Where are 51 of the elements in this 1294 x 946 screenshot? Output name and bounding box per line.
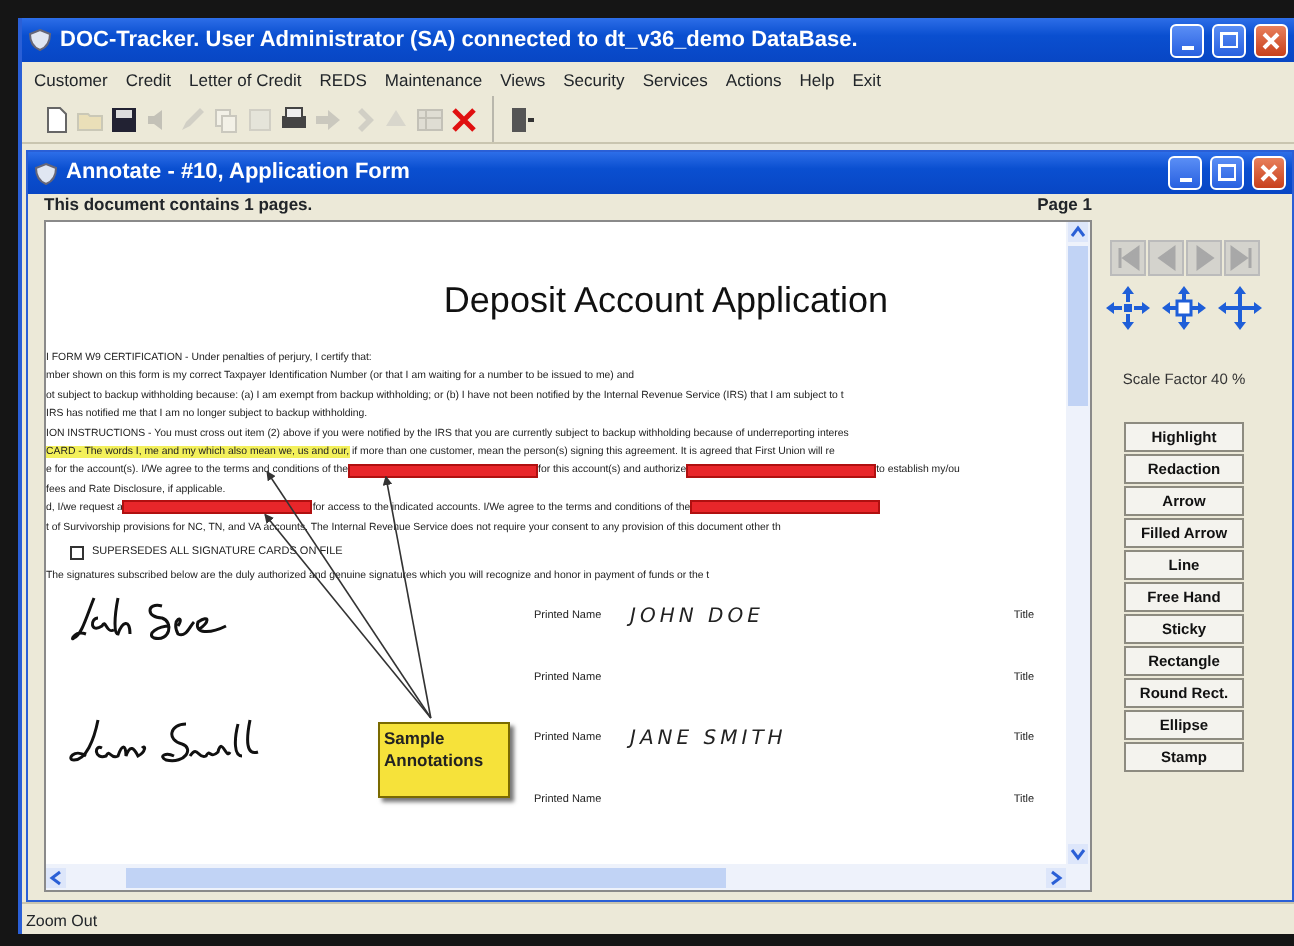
- vertical-scrollbar[interactable]: [1066, 222, 1090, 864]
- window-title: Annotate - #10, Application Form: [66, 158, 410, 189]
- printed-name: JOHN DOE: [630, 608, 766, 628]
- zoom-out-icon[interactable]: [1216, 284, 1264, 333]
- scroll-right-arrow-icon[interactable]: [1046, 867, 1066, 887]
- zoom-in-icon[interactable]: [1104, 284, 1152, 333]
- delete-icon[interactable]: [450, 105, 478, 133]
- menu-item[interactable]: Credit: [125, 68, 172, 90]
- exit-door-icon[interactable]: [508, 105, 536, 133]
- close-icon: [1260, 164, 1278, 182]
- window-title: DOC-Tracker. User Administrator (SA) connected to dt_v36_demo DataBase.: [60, 25, 858, 56]
- menu-item[interactable]: REDS: [319, 68, 367, 90]
- shield-icon: [28, 28, 52, 52]
- maximize-button[interactable]: [1212, 23, 1246, 57]
- close-button[interactable]: [1254, 23, 1288, 57]
- fit-page-icon[interactable]: [1160, 284, 1208, 333]
- scroll-down-arrow-icon[interactable]: [1068, 844, 1088, 864]
- menu-item[interactable]: Help: [799, 68, 835, 90]
- menu-item[interactable]: Maintenance: [384, 68, 483, 90]
- scroll-up-arrow-icon[interactable]: [1068, 222, 1088, 242]
- minimize-button[interactable]: [1168, 156, 1202, 190]
- menu-item[interactable]: Security: [563, 68, 625, 90]
- scroll-thumb[interactable]: [126, 867, 726, 887]
- minimize-icon: [1179, 178, 1191, 182]
- maximize-icon: [1219, 31, 1239, 49]
- minimize-icon: [1181, 45, 1193, 49]
- new-file-icon[interactable]: [42, 105, 70, 133]
- close-button[interactable]: [1252, 156, 1286, 190]
- page-count-text: This document contains 1 pages.: [44, 194, 313, 216]
- menu-item[interactable]: Services: [642, 68, 708, 90]
- menu-item[interactable]: Actions: [725, 68, 782, 90]
- maximize-button[interactable]: [1210, 156, 1244, 190]
- menu-item[interactable]: Views: [500, 68, 546, 90]
- minimize-button[interactable]: [1170, 23, 1204, 57]
- printed-name: JANE SMITH: [630, 730, 789, 750]
- scroll-thumb[interactable]: [1068, 246, 1088, 406]
- menu-item[interactable]: Letter of Credit: [189, 68, 302, 90]
- page-number: Page 1: [1037, 194, 1092, 216]
- save-icon[interactable]: [110, 105, 138, 133]
- checkbox[interactable]: [70, 546, 84, 561]
- maximize-icon: [1217, 164, 1237, 182]
- printer-icon[interactable]: [280, 105, 308, 133]
- horizontal-scrollbar[interactable]: [46, 864, 1090, 890]
- close-icon: [1262, 31, 1280, 49]
- sticky-note: Sample Annotations: [378, 722, 510, 798]
- menu-item[interactable]: Customer: [34, 68, 108, 90]
- document-title: Deposit Account Application: [441, 278, 891, 322]
- status-text: Zoom Out: [22, 902, 1294, 934]
- menu-item[interactable]: Exit: [852, 68, 881, 90]
- shield-icon: [34, 161, 58, 185]
- scroll-left-arrow-icon[interactable]: [46, 867, 66, 887]
